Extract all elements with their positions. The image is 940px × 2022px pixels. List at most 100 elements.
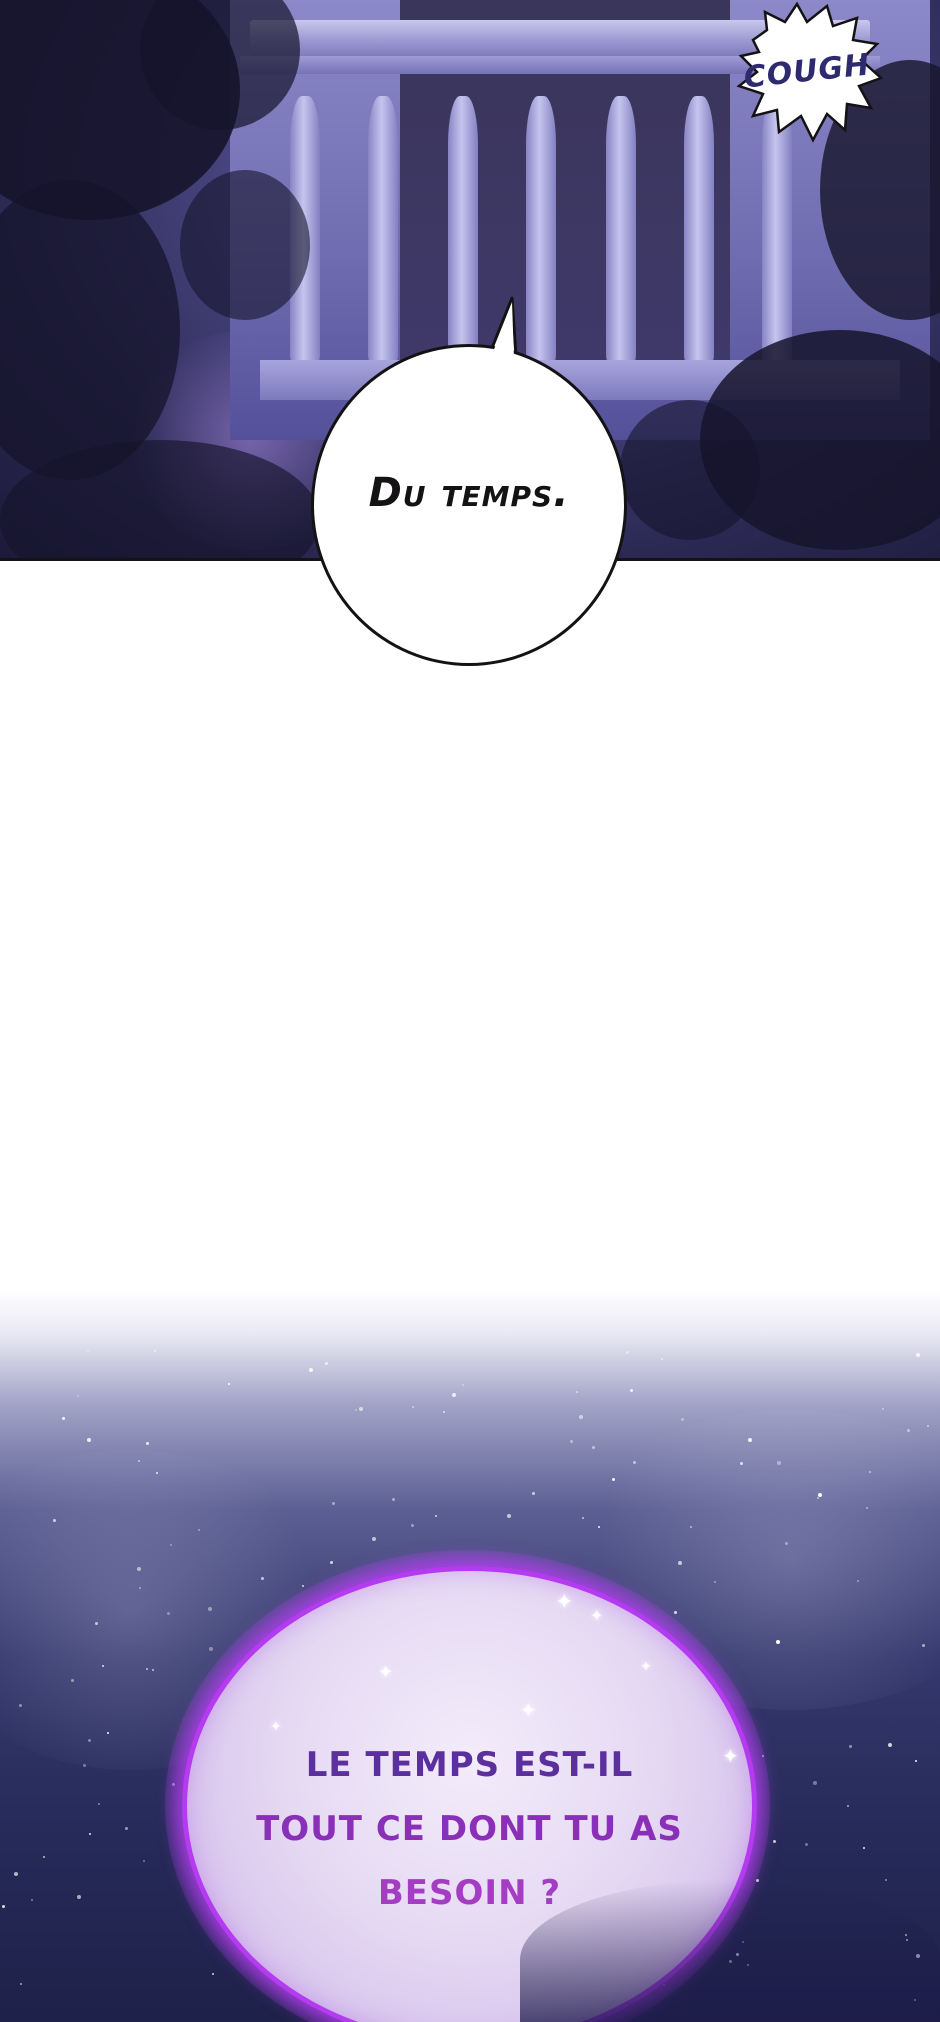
- star: [43, 1856, 45, 1858]
- star: [507, 1514, 511, 1518]
- star: [813, 1781, 817, 1785]
- star: [690, 1526, 692, 1528]
- star: [857, 1580, 859, 1582]
- star: [87, 1350, 89, 1352]
- star: [98, 1803, 100, 1805]
- star: [866, 1507, 868, 1509]
- sparkle-icon: ✦: [270, 1719, 282, 1735]
- star: [302, 1585, 304, 1587]
- star: [20, 1983, 22, 1985]
- star: [332, 1502, 335, 1505]
- star: [261, 1577, 264, 1580]
- star: [863, 1847, 865, 1849]
- star: [359, 1407, 363, 1411]
- speech-bubble-text: Du temps.: [368, 470, 570, 516]
- star: [927, 1425, 929, 1427]
- star: [212, 1973, 214, 1975]
- star: [309, 1368, 313, 1372]
- star: [107, 1732, 109, 1734]
- star: [208, 1607, 212, 1611]
- star: [674, 1611, 677, 1614]
- star: [154, 1350, 156, 1352]
- star: [355, 1409, 357, 1411]
- star: [88, 1739, 91, 1742]
- star: [167, 1612, 170, 1615]
- star: [412, 1406, 414, 1408]
- sparkle-icon: ✦: [520, 1698, 537, 1722]
- star: [740, 1462, 743, 1465]
- star: [785, 1542, 788, 1545]
- star: [452, 1393, 456, 1397]
- thought-line-1: LE TEMPS EST-IL: [305, 1745, 634, 1785]
- star: [62, 1417, 65, 1420]
- star: [125, 1827, 128, 1830]
- star: [849, 1745, 852, 1748]
- star: [661, 1358, 663, 1360]
- star: [885, 1879, 887, 1881]
- sparkle-icon: ✦: [640, 1659, 652, 1675]
- star: [137, 1567, 141, 1571]
- star: [612, 1478, 615, 1481]
- star: [53, 1519, 56, 1522]
- star: [146, 1668, 148, 1670]
- star: [869, 1471, 871, 1473]
- tree-foliage: [180, 170, 310, 320]
- star: [89, 1833, 91, 1835]
- star: [681, 1418, 684, 1421]
- star: [143, 1860, 145, 1862]
- star: [916, 1353, 920, 1357]
- star: [31, 1899, 33, 1901]
- star: [817, 1497, 819, 1499]
- star: [633, 1461, 636, 1464]
- star: [598, 1526, 600, 1528]
- thought-line-2: TOUT CE DONT TU AS: [256, 1809, 683, 1849]
- star: [576, 1391, 578, 1393]
- star: [392, 1498, 395, 1501]
- star: [714, 1581, 716, 1583]
- star: [462, 1384, 464, 1386]
- star: [83, 1764, 86, 1767]
- star: [847, 1805, 849, 1807]
- baluster: [684, 96, 714, 366]
- baluster: [526, 96, 556, 366]
- star: [102, 1665, 104, 1667]
- star: [87, 1438, 91, 1442]
- star: [630, 1389, 633, 1392]
- star: [209, 1647, 213, 1651]
- star: [592, 1446, 595, 1449]
- star: [777, 1461, 781, 1465]
- star: [152, 1669, 154, 1671]
- star: [532, 1492, 535, 1495]
- star: [776, 1640, 780, 1644]
- star: [579, 1415, 583, 1419]
- star: [14, 1872, 18, 1876]
- star: [773, 1840, 776, 1843]
- star: [139, 1587, 141, 1589]
- star: [678, 1561, 682, 1565]
- sparkle-icon: ✦: [590, 1606, 604, 1625]
- star: [198, 1529, 200, 1531]
- star: [325, 1362, 328, 1365]
- sparkle-icon: ✦: [378, 1662, 394, 1683]
- star: [156, 1472, 158, 1474]
- star: [19, 1704, 22, 1707]
- star: [907, 1429, 910, 1432]
- star: [170, 1544, 172, 1546]
- star: [882, 1408, 884, 1410]
- star: [626, 1351, 629, 1354]
- star: [228, 1383, 230, 1385]
- star: [71, 1679, 74, 1682]
- star: [582, 1517, 584, 1519]
- sparkle-icon: ✦: [555, 1590, 574, 1615]
- star: [922, 1644, 925, 1647]
- star: [888, 1743, 892, 1747]
- tree-foliage: [620, 400, 760, 540]
- baluster: [606, 96, 636, 366]
- star: [570, 1440, 573, 1443]
- star: [411, 1524, 414, 1527]
- star: [2, 1905, 5, 1908]
- star: [95, 1622, 98, 1625]
- star: [138, 1460, 140, 1462]
- star: [77, 1395, 79, 1397]
- star: [805, 1843, 808, 1846]
